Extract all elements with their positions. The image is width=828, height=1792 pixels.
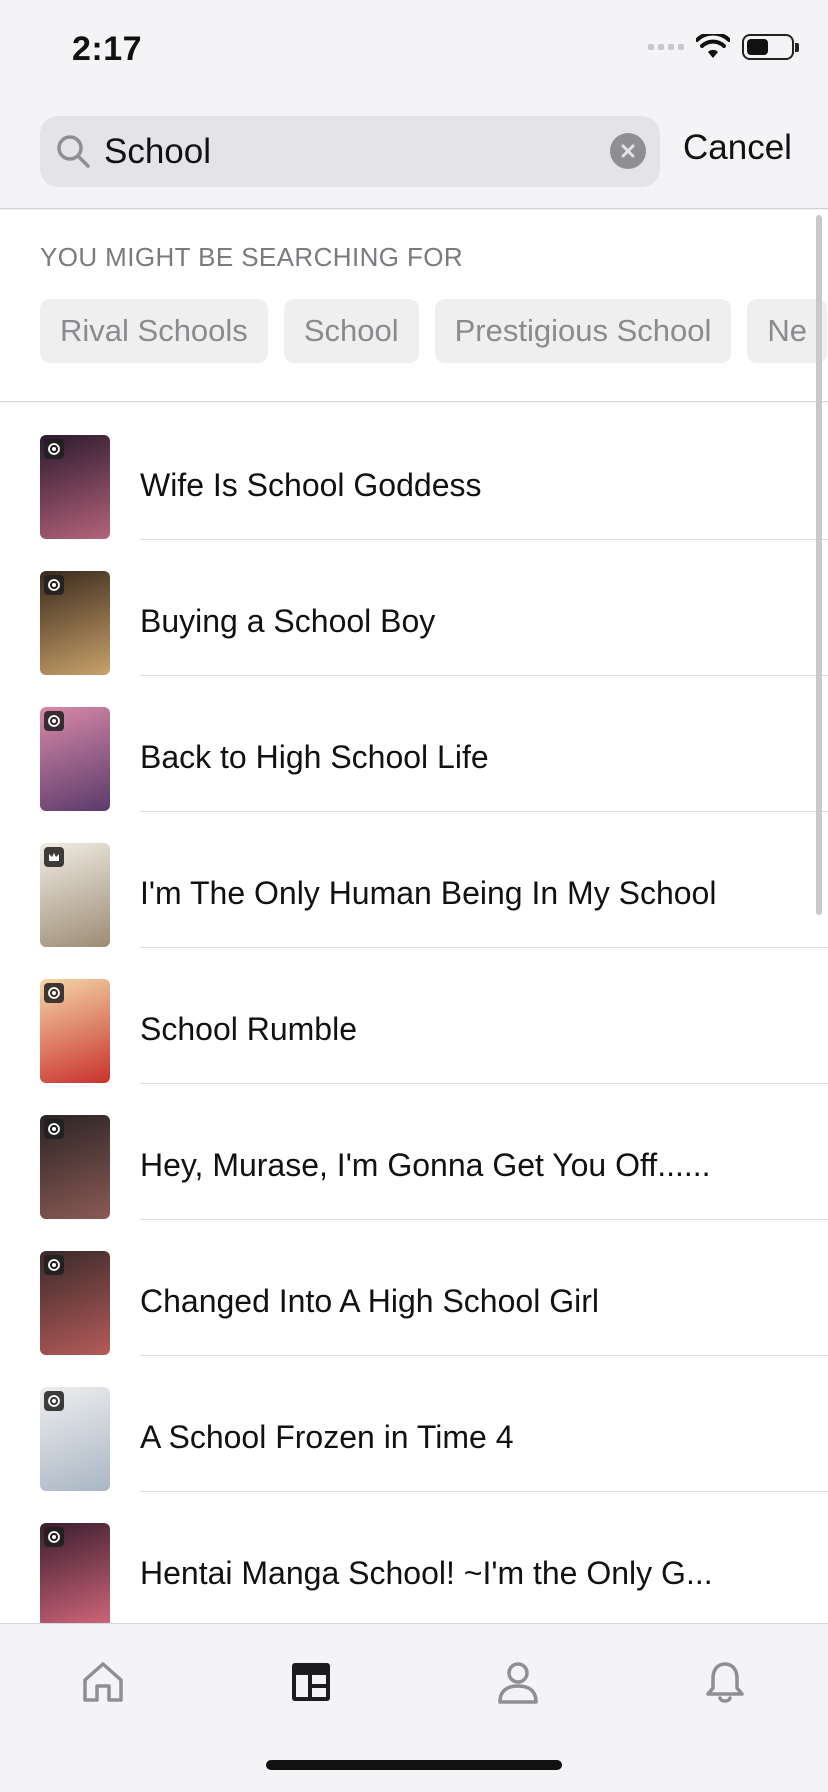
suggestions-title: YOU MIGHT BE SEARCHING FOR xyxy=(40,242,464,272)
eye-badge-icon xyxy=(44,711,64,731)
search-input[interactable] xyxy=(104,131,584,172)
cover-thumbnail xyxy=(40,707,110,811)
tab-profile[interactable] xyxy=(488,1652,548,1712)
eye-badge-icon xyxy=(44,575,64,595)
result-row[interactable]: School Rumble xyxy=(0,947,828,1084)
clear-search-button[interactable] xyxy=(610,133,646,169)
tab-library[interactable] xyxy=(281,1652,341,1712)
cover-thumbnail xyxy=(40,843,110,947)
suggestion-chip[interactable]: Prestigious School xyxy=(434,299,732,363)
result-title: Changed Into A High School Girl xyxy=(140,1283,599,1319)
eye-badge-icon xyxy=(44,983,64,1003)
result-title: Buying a School Boy xyxy=(140,603,436,639)
cover-thumbnail xyxy=(40,435,110,539)
cover-thumbnail xyxy=(40,1115,110,1219)
result-row[interactable]: Hentai Manga School! ~I'm the Only G... xyxy=(0,1491,828,1623)
tab-home[interactable] xyxy=(73,1652,133,1712)
result-row[interactable]: Buying a School Boy xyxy=(0,539,828,676)
bell-icon xyxy=(706,1662,744,1703)
clear-icon xyxy=(621,144,635,158)
suggestions-section: YOU MIGHT BE SEARCHING FOR Rival Schools… xyxy=(0,210,828,402)
result-row[interactable]: Wife Is School Goddess xyxy=(0,403,828,540)
tab-notifications[interactable] xyxy=(695,1652,755,1712)
suggestion-chips: Rival Schools School Prestigious School … xyxy=(40,299,827,363)
cellular-signal-icon xyxy=(648,44,684,50)
status-icons xyxy=(648,34,799,60)
result-row[interactable]: Hey, Murase, I'm Gonna Get You Off...... xyxy=(0,1083,828,1220)
status-bar: 2:17 xyxy=(0,0,828,100)
result-title: School Rumble xyxy=(140,1011,357,1047)
suggestion-chip[interactable]: School xyxy=(283,299,419,363)
eye-badge-icon xyxy=(44,1119,64,1139)
home-icon xyxy=(83,1662,123,1702)
library-icon xyxy=(292,1663,330,1701)
wifi-icon xyxy=(696,34,730,58)
cover-thumbnail xyxy=(40,1523,110,1623)
eye-badge-icon xyxy=(44,1255,64,1275)
search-box[interactable] xyxy=(40,116,660,187)
battery-level xyxy=(747,39,768,55)
search-header: Cancel xyxy=(0,100,828,209)
result-title: Hentai Manga School! ~I'm the Only G... xyxy=(140,1555,713,1591)
result-row[interactable]: I'm The Only Human Being In My School xyxy=(0,811,828,948)
home-indicator xyxy=(266,1760,562,1770)
suggestion-chip[interactable]: Rival Schools xyxy=(40,299,268,363)
cover-thumbnail xyxy=(40,571,110,675)
scrollbar[interactable] xyxy=(816,215,822,915)
status-time: 2:17 xyxy=(72,30,143,68)
result-row[interactable]: Changed Into A High School Girl xyxy=(0,1219,828,1356)
result-title: Hey, Murase, I'm Gonna Get You Off...... xyxy=(140,1147,711,1183)
result-title: Back to High School Life xyxy=(140,739,489,775)
cover-thumbnail xyxy=(40,979,110,1083)
battery-icon xyxy=(742,34,799,60)
result-title: I'm The Only Human Being In My School xyxy=(140,875,717,911)
eye-badge-icon xyxy=(44,1527,64,1547)
result-row[interactable]: A School Frozen in Time 4 xyxy=(0,1355,828,1492)
eye-badge-icon xyxy=(44,1391,64,1411)
crown-badge-icon xyxy=(44,847,64,867)
result-title: Wife Is School Goddess xyxy=(140,467,482,503)
profile-icon xyxy=(498,1662,538,1704)
result-title: A School Frozen in Time 4 xyxy=(140,1419,514,1455)
search-icon xyxy=(57,134,90,168)
eye-badge-icon xyxy=(44,439,64,459)
result-row[interactable]: Back to High School Life xyxy=(0,675,828,812)
cover-thumbnail xyxy=(40,1251,110,1355)
cancel-button[interactable]: Cancel xyxy=(683,128,792,168)
results-list: Wife Is School Goddess Buying a School B… xyxy=(0,403,828,1623)
cover-thumbnail xyxy=(40,1387,110,1491)
